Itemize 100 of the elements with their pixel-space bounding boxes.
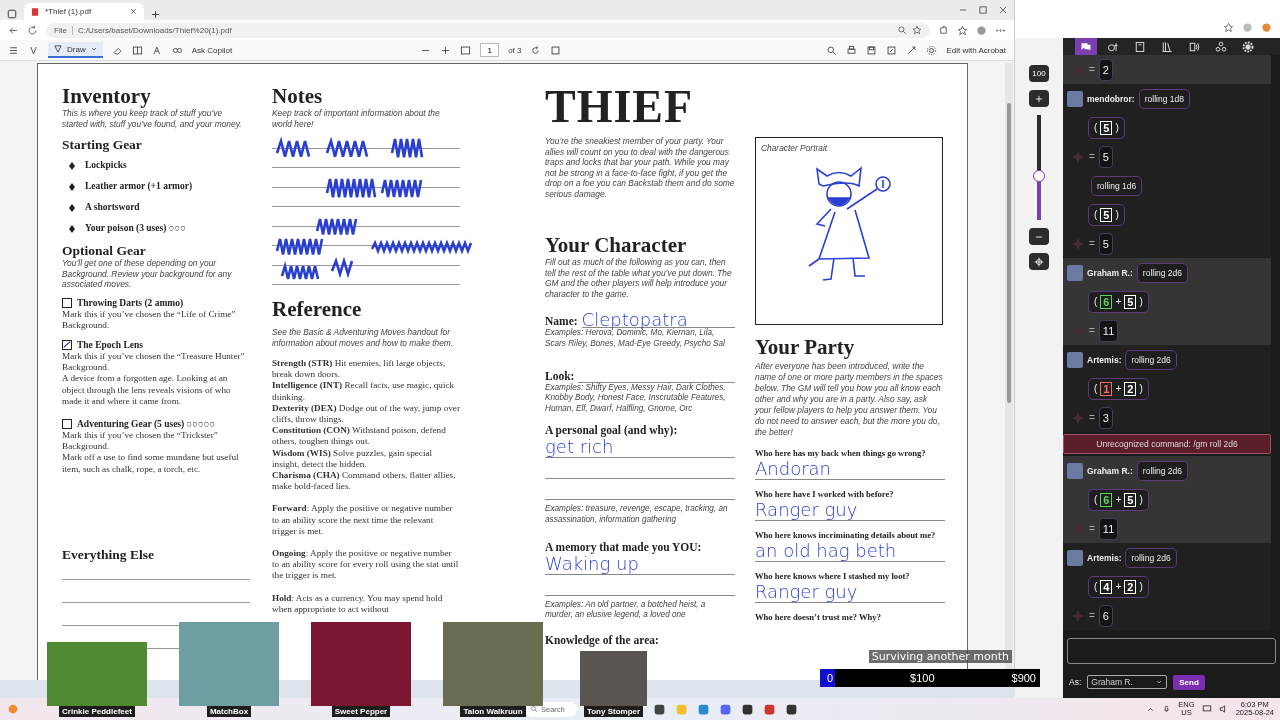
paren-text: ) xyxy=(1115,122,1119,133)
field-label: Look: xyxy=(545,368,575,383)
browser-tab[interactable]: *Thief (1).pdf xyxy=(24,3,144,20)
plus-sign: + xyxy=(1115,494,1122,505)
print-icon[interactable] xyxy=(846,44,858,56)
party-question: Who here doesn’t trust me? Why? xyxy=(755,612,881,623)
refresh-icon[interactable] xyxy=(27,24,38,36)
page-view-icon[interactable] xyxy=(131,44,143,56)
subsection-heading: Starting Gear xyxy=(62,137,142,152)
die-value: 5 xyxy=(1100,120,1113,135)
zoom-level-button[interactable]: 100 xyxy=(1029,65,1049,82)
fill-in-line[interactable]: an old hag beth xyxy=(755,541,945,562)
result-value: 5 xyxy=(1098,232,1113,255)
fit-page-icon[interactable] xyxy=(460,44,472,56)
section-heading: Inventory xyxy=(62,84,151,108)
equals-sign: = xyxy=(1089,610,1095,621)
subsection-heading: Optional Gear xyxy=(62,243,146,258)
fill-in-line[interactable]: Cleptopatra xyxy=(581,313,735,328)
text-size-icon[interactable] xyxy=(151,44,163,56)
edit-with-acrobat-button[interactable]: Edit with Acrobat xyxy=(946,45,1006,55)
chat-tab[interactable] xyxy=(1075,38,1097,55)
diamond-bullet-icon xyxy=(69,203,75,212)
new-tab-icon[interactable] xyxy=(150,9,161,20)
search-icon[interactable] xyxy=(826,44,838,56)
die-value: 2 xyxy=(1124,579,1137,594)
plus-sign: + xyxy=(1115,296,1122,307)
stat-description: Charisma (CHA) Command others, flatter allies, make bold-faced lies. xyxy=(272,470,457,493)
microphone-icon[interactable] xyxy=(1162,704,1172,714)
maximize-icon[interactable] xyxy=(978,5,988,15)
zoom-icon[interactable] xyxy=(897,25,907,35)
zoom-out-button[interactable] xyxy=(1029,228,1049,245)
recenter-button[interactable] xyxy=(1029,253,1049,270)
gear-option: Throwing Darts (2 ammo) xyxy=(77,297,184,309)
equals-sign: = xyxy=(1089,523,1095,534)
speaker-dropdown[interactable]: Graham R. xyxy=(1087,675,1168,689)
checkbox[interactable] xyxy=(62,298,72,308)
result-value: 3 xyxy=(1098,406,1113,429)
address-field[interactable]: File C:/Users/baset/Downloads/Thief%20(1).pdf xyxy=(46,22,930,38)
section-intro: Fill out as much of the following as you can, then tell the rest of the table what you’ve put down. The GM and the other players will help introduce your character to the game. xyxy=(545,257,733,299)
paren-text: ( xyxy=(1094,296,1098,307)
as-label: As: xyxy=(1069,677,1082,687)
profile-icon[interactable] xyxy=(976,24,987,36)
paren-text: ) xyxy=(1115,209,1119,220)
user-name: Artemis: xyxy=(1087,354,1122,365)
ask-copilot-button[interactable]: Ask Copilot xyxy=(191,45,233,55)
favorites-icon[interactable] xyxy=(1223,22,1234,33)
equals-sign: = xyxy=(1089,238,1095,249)
user-avatar xyxy=(1067,90,1083,107)
back-icon[interactable] xyxy=(8,24,19,36)
gear-item: Lockpicks xyxy=(85,160,127,171)
tab-actions-icon[interactable] xyxy=(6,8,18,20)
expand-icon[interactable] xyxy=(906,44,918,56)
slider-thumb[interactable] xyxy=(1033,169,1045,182)
stat-description: Strength (STR) Hit enemies, lift large objects, break down doors. xyxy=(272,358,447,381)
result-icon xyxy=(1071,608,1085,623)
checkbox[interactable] xyxy=(62,340,72,351)
send-button[interactable]: Send xyxy=(1173,674,1205,690)
star-icon[interactable] xyxy=(912,25,922,35)
diamond-bullet-icon xyxy=(69,161,75,170)
term-description: Ongoing: Apply the positive or negative number to an ability score for every roll using the stat until the trigger is met. xyxy=(272,548,460,582)
die-value: 4 xyxy=(1100,579,1113,594)
pdf-file-icon xyxy=(30,6,40,17)
die-value: 6 xyxy=(1100,294,1113,309)
zoom-in-icon[interactable] xyxy=(440,44,452,56)
error-message: Unrecognized command: /gm roll 2d6 xyxy=(1063,434,1271,454)
handwritten-answer: Ranger guy xyxy=(755,500,858,520)
page-number-field[interactable]: 1 xyxy=(480,43,500,57)
save-icon[interactable] xyxy=(866,44,878,56)
favorites-icon[interactable] xyxy=(957,24,968,36)
draw-button[interactable]: Draw xyxy=(48,42,103,58)
term-description: Hold: Acts as a currency. You may spend hold when appropriate to act without xyxy=(272,592,444,616)
handwritten-answer: Andoran xyxy=(755,459,831,479)
gear-icon xyxy=(1242,40,1254,53)
stat-description: Dexterity (DEX) Dodge out of the way, jump over cliffs, throw things. xyxy=(272,402,460,426)
checkbox[interactable] xyxy=(62,419,72,430)
crosshair-icon xyxy=(1034,256,1044,267)
close-icon[interactable] xyxy=(998,5,1008,15)
fill-in-line[interactable]: Ranger guy xyxy=(755,582,945,603)
close-icon[interactable] xyxy=(129,7,138,16)
paren-text: ( xyxy=(1094,494,1098,505)
book-icon xyxy=(1134,40,1146,53)
settings-icon[interactable] xyxy=(926,44,938,56)
zoom-in-button[interactable] xyxy=(1029,90,1049,107)
result-value: 11 xyxy=(1098,517,1119,540)
plus-sign: + xyxy=(1115,383,1122,394)
roll-command: rolling 2d6 xyxy=(1125,349,1177,370)
fill-in-line[interactable]: get rich xyxy=(545,437,735,458)
fill-in-line[interactable]: Ranger guy xyxy=(755,500,945,521)
equals-sign: = xyxy=(1089,64,1095,75)
fill-in-line[interactable]: Waking up xyxy=(545,553,735,575)
contents-icon[interactable] xyxy=(8,44,19,56)
die-value: 1 xyxy=(1100,381,1113,396)
chat-input[interactable] xyxy=(1067,638,1276,664)
scrollbar-thumb[interactable] xyxy=(1007,103,1011,403)
stat-description: Intelligence (INT) Recall facts, use magic, quick thinking. xyxy=(272,380,456,403)
fill-in-line[interactable]: Andoran xyxy=(755,459,945,480)
search-icon xyxy=(530,705,538,713)
copilot-icon[interactable] xyxy=(1261,22,1272,33)
goal-target-label: $900 xyxy=(1011,672,1036,684)
rotate-icon[interactable] xyxy=(530,44,542,56)
